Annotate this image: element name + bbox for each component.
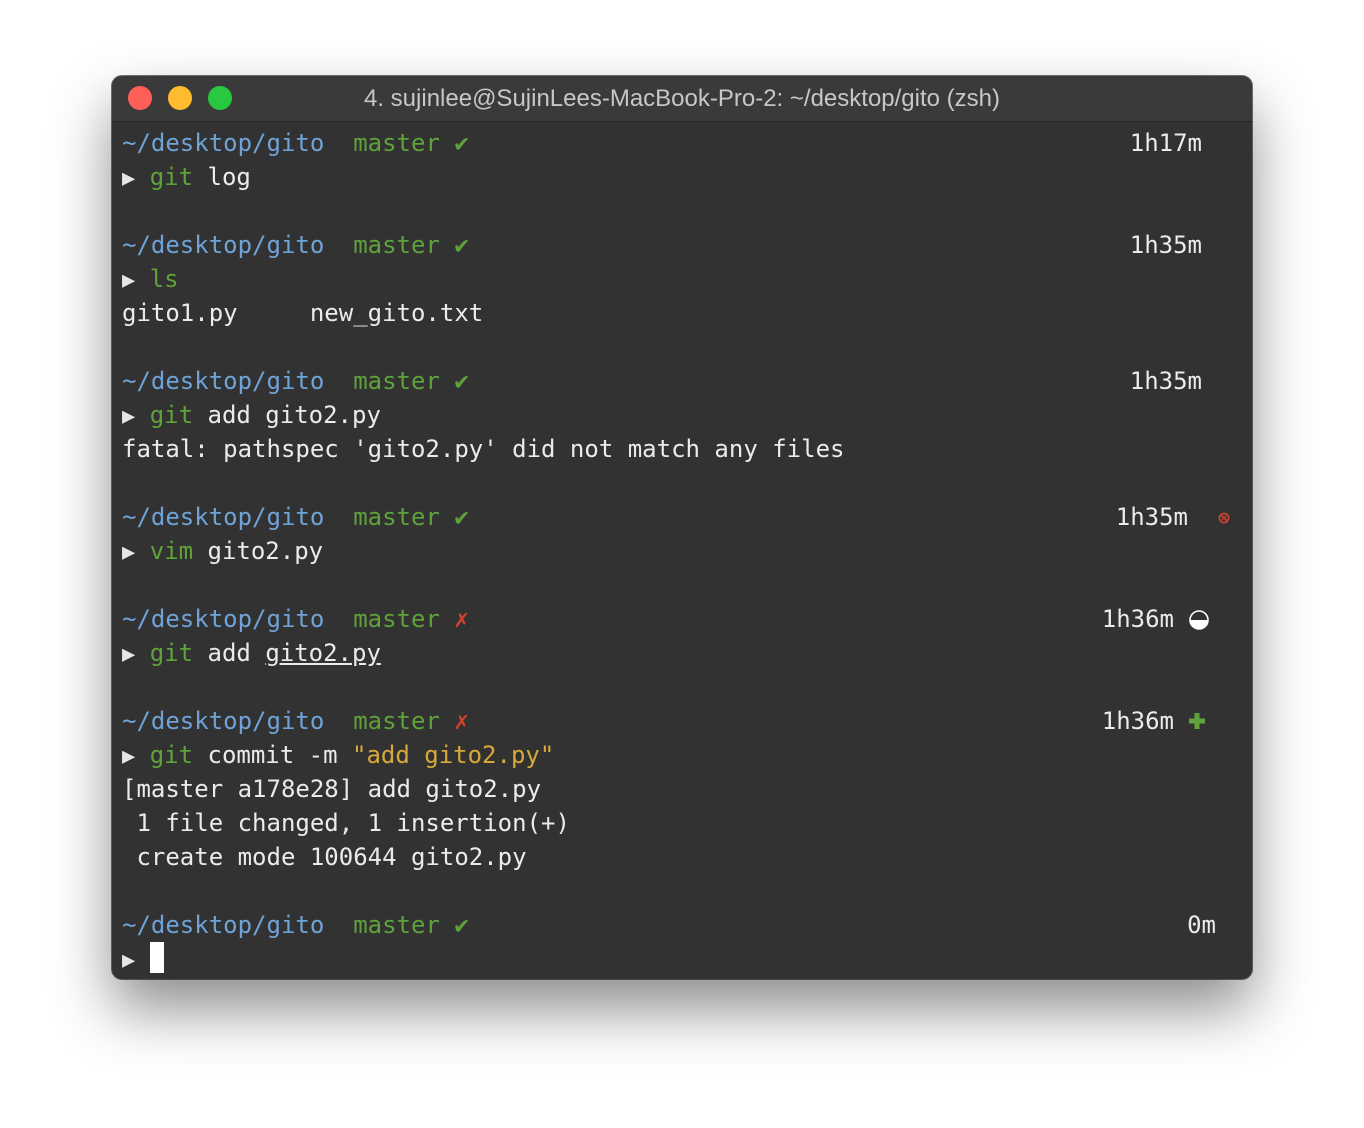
elapsed-time: 1h36m [1101, 707, 1174, 735]
prompt-branch: master [353, 129, 440, 157]
command-name: git [149, 741, 194, 769]
elapsed-time: 1h35m [1129, 367, 1202, 395]
command-name: git [149, 163, 194, 191]
string-arg: "add gito2.py" [352, 741, 555, 769]
prompt-arrow-icon: ▶ [122, 166, 136, 191]
command-line: ▶ git add gito2.py [122, 398, 381, 432]
prompt-path: ~/desktop/gito [122, 367, 325, 395]
prompt-path: ~/desktop/gito [122, 707, 325, 735]
prompt-path: ~/desktop/gito [122, 129, 325, 157]
clean-check-icon: ✔ [454, 503, 469, 531]
elapsed-time: 1h17m [1129, 129, 1202, 157]
prompt-path: ~/desktop/gito [122, 231, 325, 259]
elapsed-time: 0m [1187, 911, 1216, 939]
command-line: ▶ ls [122, 262, 179, 296]
command-name: ls [149, 265, 179, 293]
command-args: gito2.py [193, 537, 324, 565]
prompt-arrow-icon: ▶ [122, 948, 136, 973]
prompt-line: ~/desktop/gito master ✔ [122, 500, 469, 534]
dirty-cross-icon: ✗ [454, 707, 469, 735]
prompt-path: ~/desktop/gito [122, 605, 325, 633]
prompt-arrow-icon: ▶ [122, 268, 136, 293]
clean-check-icon: ✔ [454, 129, 469, 157]
prompt-line: ~/desktop/gito master ✔ [122, 908, 469, 942]
prompt-arrow-icon: ▶ [122, 642, 136, 667]
half-circle-icon [1189, 610, 1209, 630]
prompt-arrow-icon: ▶ [122, 744, 136, 769]
underlined-file-arg: gito2.py [265, 639, 381, 667]
elapsed-time: 1h35m [1115, 503, 1188, 531]
no-pencil-icon [1218, 512, 1230, 524]
active-command-line[interactable]: ▶ [122, 942, 164, 976]
prompt-branch: master [353, 707, 440, 735]
prompt-arrow-icon: ▶ [122, 404, 136, 429]
plus-icon [1189, 713, 1205, 729]
command-args: commit -m [193, 741, 353, 769]
dirty-cross-icon: ✗ [454, 605, 469, 633]
prompt-path: ~/desktop/gito [122, 911, 325, 939]
prompt-line: ~/desktop/gito master ✔ [122, 228, 469, 262]
prompt-line: ~/desktop/gito master ✗ [122, 704, 469, 738]
command-output: 1 file changed, 1 insertion(+) [122, 809, 570, 837]
clean-check-icon: ✔ [454, 231, 469, 259]
text-cursor [149, 942, 164, 973]
prompt-branch: master [353, 231, 440, 259]
prompt-branch: master [353, 605, 440, 633]
title-bar: 4. sujinlee@SujinLees-MacBook-Pro-2: ~/d… [112, 76, 1252, 122]
elapsed-time: 1h36m [1101, 605, 1174, 633]
prompt-arrow-icon: ▶ [122, 540, 136, 565]
command-args: add gito2.py [193, 401, 381, 429]
command-output: [master a178e28] add gito2.py [122, 775, 542, 803]
command-name: vim [149, 537, 194, 565]
command-line: ▶ git log [122, 160, 251, 194]
command-name: git [149, 639, 194, 667]
elapsed-time: 1h35m [1129, 231, 1202, 259]
command-output: create mode 100644 gito2.py [122, 843, 527, 871]
command-line: ▶ vim gito2.py [122, 534, 323, 568]
window-title: 4. sujinlee@SujinLees-MacBook-Pro-2: ~/d… [364, 85, 1000, 112]
command-line: ▶ git add gito2.py [122, 636, 381, 670]
prompt-path: ~/desktop/gito [122, 503, 325, 531]
terminal-window: 4. sujinlee@SujinLees-MacBook-Pro-2: ~/d… [112, 76, 1252, 979]
command-args: add [193, 639, 266, 667]
prompt-line: ~/desktop/gito master ✔ [122, 364, 469, 398]
command-name: git [149, 401, 194, 429]
command-args: log [193, 163, 251, 191]
prompt-branch: master [353, 367, 440, 395]
prompt-line: ~/desktop/gito master ✗ [122, 602, 469, 636]
command-output: fatal: pathspec 'gito2.py' did not match… [122, 435, 845, 463]
prompt-branch: master [353, 911, 440, 939]
command-output: gito1.py new_gito.txt [122, 299, 484, 327]
clean-check-icon: ✔ [454, 911, 469, 939]
prompt-branch: master [353, 503, 440, 531]
prompt-line: ~/desktop/gito master ✔ [122, 126, 469, 160]
command-line: ▶ git commit -m "add gito2.py" [122, 738, 554, 772]
clean-check-icon: ✔ [454, 367, 469, 395]
